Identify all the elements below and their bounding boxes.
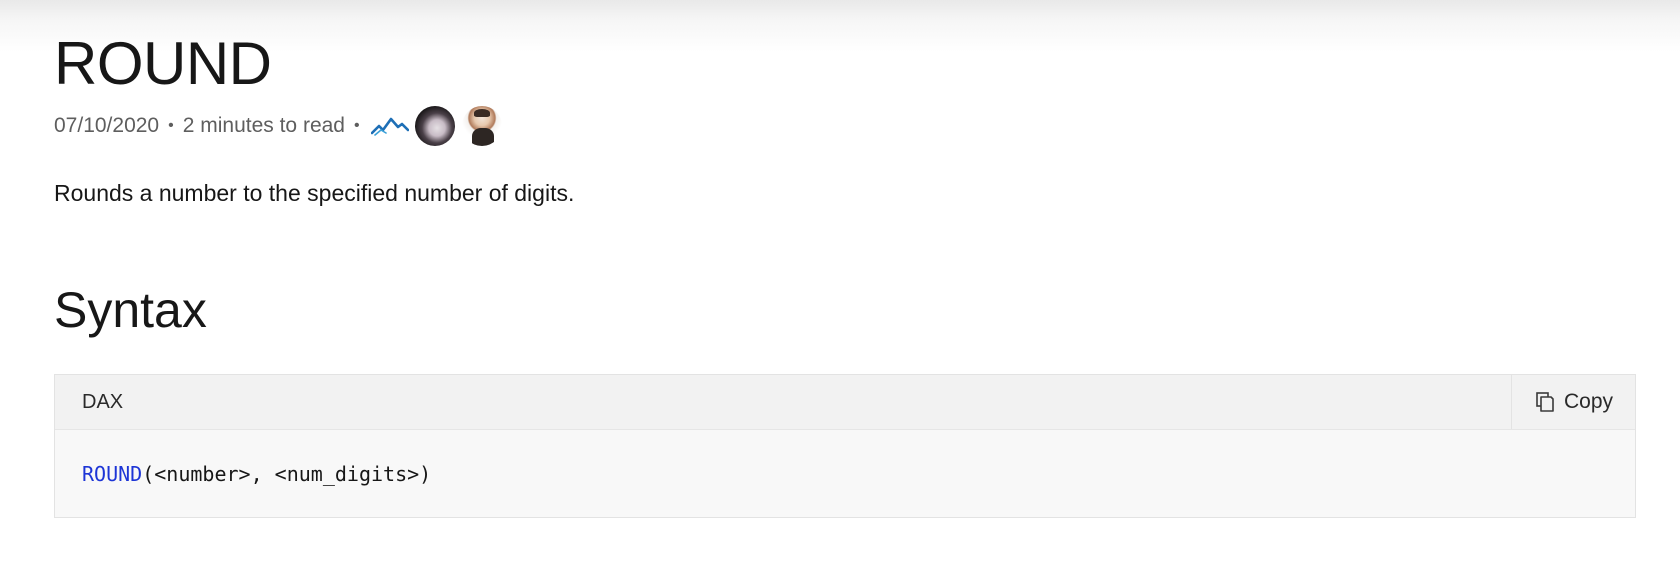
avatar[interactable] <box>461 106 502 146</box>
copy-icon <box>1534 391 1556 413</box>
meta-separator: • <box>168 117 174 134</box>
avatar[interactable] <box>414 106 455 146</box>
page-title: ROUND <box>54 30 272 97</box>
article: ROUND 07/10/2020 • 2 minutes to read • R… <box>54 0 1638 564</box>
code-keyword: ROUND <box>82 462 143 486</box>
code-block-header: DAX Copy <box>55 375 1635 430</box>
mountain-icon[interactable] <box>370 113 409 139</box>
code-block: DAX Copy ROUND (<number>, <num_digits>) <box>54 374 1636 518</box>
syntax-heading: Syntax <box>54 282 207 338</box>
article-metadata: 07/10/2020 • 2 minutes to read • <box>54 104 509 148</box>
read-time: 2 minutes to read <box>182 114 345 137</box>
code-arguments: (<number>, <num_digits>) <box>142 462 432 486</box>
code-language-label: DAX <box>82 390 124 413</box>
copy-button-label: Copy <box>1563 390 1614 413</box>
meta-separator: • <box>353 117 360 134</box>
code-content: ROUND (<number>, <num_digits>) <box>55 430 1635 518</box>
copy-button[interactable]: Copy <box>1511 375 1635 429</box>
article-date: 07/10/2020 <box>54 114 160 137</box>
contributors-list[interactable] <box>370 106 509 146</box>
article-description: Rounds a number to the specified number … <box>54 180 575 206</box>
